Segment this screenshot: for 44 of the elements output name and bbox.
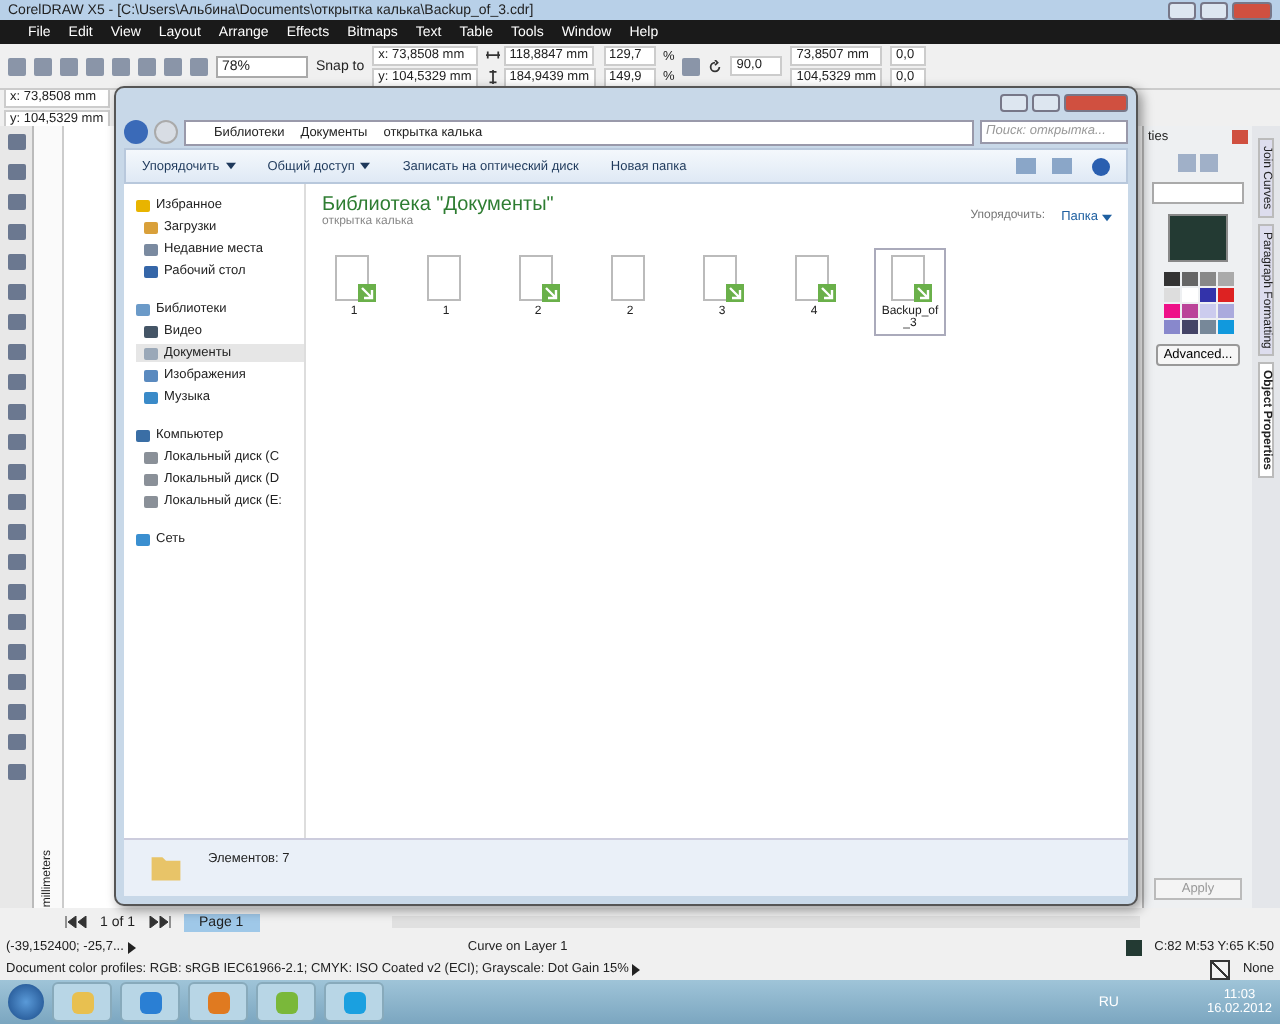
width-icon bbox=[485, 48, 500, 62]
color-swatch[interactable] bbox=[1163, 272, 1179, 286]
minimize-button[interactable] bbox=[1000, 93, 1028, 111]
color-swatch[interactable] bbox=[1181, 320, 1197, 334]
help-icon[interactable] bbox=[1092, 157, 1110, 175]
color-swatch[interactable] bbox=[1163, 320, 1179, 334]
caret-icon[interactable] bbox=[225, 161, 236, 169]
taskbar-app-icon[interactable] bbox=[120, 982, 180, 1022]
first-page-icon[interactable] bbox=[64, 916, 88, 928]
back-button[interactable] bbox=[124, 120, 148, 144]
expand-arrow-icon[interactable] bbox=[632, 963, 641, 975]
minimize-button[interactable] bbox=[1168, 1, 1196, 19]
color-swatch[interactable] bbox=[1199, 272, 1215, 286]
caret-icon[interactable] bbox=[1102, 214, 1112, 222]
caret-icon[interactable] bbox=[360, 161, 371, 169]
maximize-button[interactable] bbox=[1032, 93, 1060, 111]
close-button[interactable] bbox=[1232, 1, 1272, 19]
color-swatch[interactable] bbox=[1181, 288, 1197, 302]
height-icon bbox=[485, 70, 500, 84]
expand-arrow-icon[interactable] bbox=[127, 941, 136, 953]
fill-color-swatch bbox=[1168, 214, 1228, 262]
color-swatch[interactable] bbox=[1199, 304, 1215, 318]
color-swatch[interactable] bbox=[1199, 320, 1215, 334]
fill-type-dropdown[interactable] bbox=[1152, 182, 1244, 204]
close-button[interactable] bbox=[1064, 93, 1128, 111]
no-outline-icon bbox=[1210, 959, 1231, 979]
rotate-icon bbox=[708, 59, 723, 73]
color-swatch[interactable] bbox=[1217, 288, 1233, 302]
color-swatch[interactable] bbox=[1217, 272, 1233, 286]
taskbar-app-icon[interactable] bbox=[188, 982, 248, 1022]
color-swatch[interactable] bbox=[1181, 272, 1197, 286]
start-button[interactable] bbox=[8, 984, 44, 1020]
color-swatch[interactable] bbox=[1163, 288, 1179, 302]
fill-swatch bbox=[1126, 939, 1143, 955]
color-swatch[interactable] bbox=[1163, 304, 1179, 318]
color-swatch[interactable] bbox=[1199, 288, 1215, 302]
maximize-button[interactable] bbox=[1200, 1, 1228, 19]
horizontal-scrollbar[interactable] bbox=[391, 916, 1140, 928]
taskbar-app-icon[interactable] bbox=[324, 982, 384, 1022]
color-swatch[interactable] bbox=[1217, 304, 1233, 318]
library-title: Библиотека "Документы" bbox=[322, 194, 556, 216]
color-swatch[interactable] bbox=[1217, 320, 1233, 334]
color-swatch[interactable] bbox=[1181, 304, 1197, 318]
last-page-icon[interactable] bbox=[147, 916, 172, 928]
